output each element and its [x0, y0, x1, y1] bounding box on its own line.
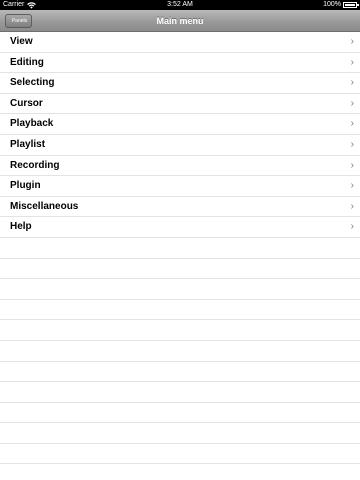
- menu-item-view[interactable]: View ›: [0, 32, 360, 53]
- empty-row: [0, 444, 360, 465]
- menu-item-label: Recording: [10, 159, 60, 171]
- chevron-right-icon: ›: [350, 159, 354, 171]
- menu-item-playlist[interactable]: Playlist ›: [0, 135, 360, 156]
- menu-item-label: Playback: [10, 118, 54, 130]
- empty-row: [0, 320, 360, 341]
- menu-item-label: View: [10, 36, 33, 47]
- menu-item-label: Playlist: [10, 138, 46, 150]
- chevron-right-icon: ›: [350, 138, 354, 150]
- menu-item-cursor[interactable]: Cursor ›: [0, 94, 360, 115]
- menu-item-label: Help: [10, 221, 32, 233]
- empty-row: [0, 403, 360, 424]
- empty-row: [0, 238, 360, 259]
- menu-item-miscellaneous[interactable]: Miscellaneous ›: [0, 197, 360, 218]
- empty-row: [0, 259, 360, 280]
- menu-item-label: Selecting: [10, 77, 55, 89]
- chevron-right-icon: ›: [350, 180, 354, 192]
- menu-item-selecting[interactable]: Selecting ›: [0, 73, 360, 94]
- empty-row: [0, 279, 360, 300]
- menu-item-recording[interactable]: Recording ›: [0, 156, 360, 177]
- chevron-right-icon: ›: [350, 118, 354, 130]
- empty-row: [0, 341, 360, 362]
- page-title: Main menu: [156, 16, 204, 26]
- menu-item-label: Plugin: [10, 180, 41, 192]
- empty-row: [0, 300, 360, 321]
- main-menu-list: View › Editing › Selecting › Cursor › Pl…: [0, 32, 360, 465]
- menu-item-playback[interactable]: Playback ›: [0, 114, 360, 135]
- menu-item-help[interactable]: Help ›: [0, 217, 360, 238]
- chevron-right-icon: ›: [350, 221, 354, 233]
- battery-percent: 100%: [323, 1, 341, 8]
- empty-row: [0, 362, 360, 383]
- battery-icon: [343, 2, 359, 8]
- empty-row: [0, 423, 360, 444]
- chevron-right-icon: ›: [350, 97, 354, 109]
- menu-item-label: Miscellaneous: [10, 200, 79, 212]
- menu-item-label: Editing: [10, 56, 44, 68]
- status-bar: Carrier 3:52 AM 100%: [0, 0, 360, 10]
- chevron-right-icon: ›: [350, 36, 354, 47]
- menu-item-label: Cursor: [10, 97, 43, 109]
- chevron-right-icon: ›: [350, 200, 354, 212]
- chevron-right-icon: ›: [350, 56, 354, 68]
- chevron-right-icon: ›: [350, 77, 354, 89]
- navigation-bar: Panels Main menu: [0, 10, 360, 32]
- status-time: 3:52 AM: [167, 1, 193, 8]
- status-right: 100%: [323, 0, 359, 10]
- empty-row: [0, 382, 360, 403]
- menu-item-plugin[interactable]: Plugin ›: [0, 176, 360, 197]
- menu-item-editing[interactable]: Editing ›: [0, 53, 360, 74]
